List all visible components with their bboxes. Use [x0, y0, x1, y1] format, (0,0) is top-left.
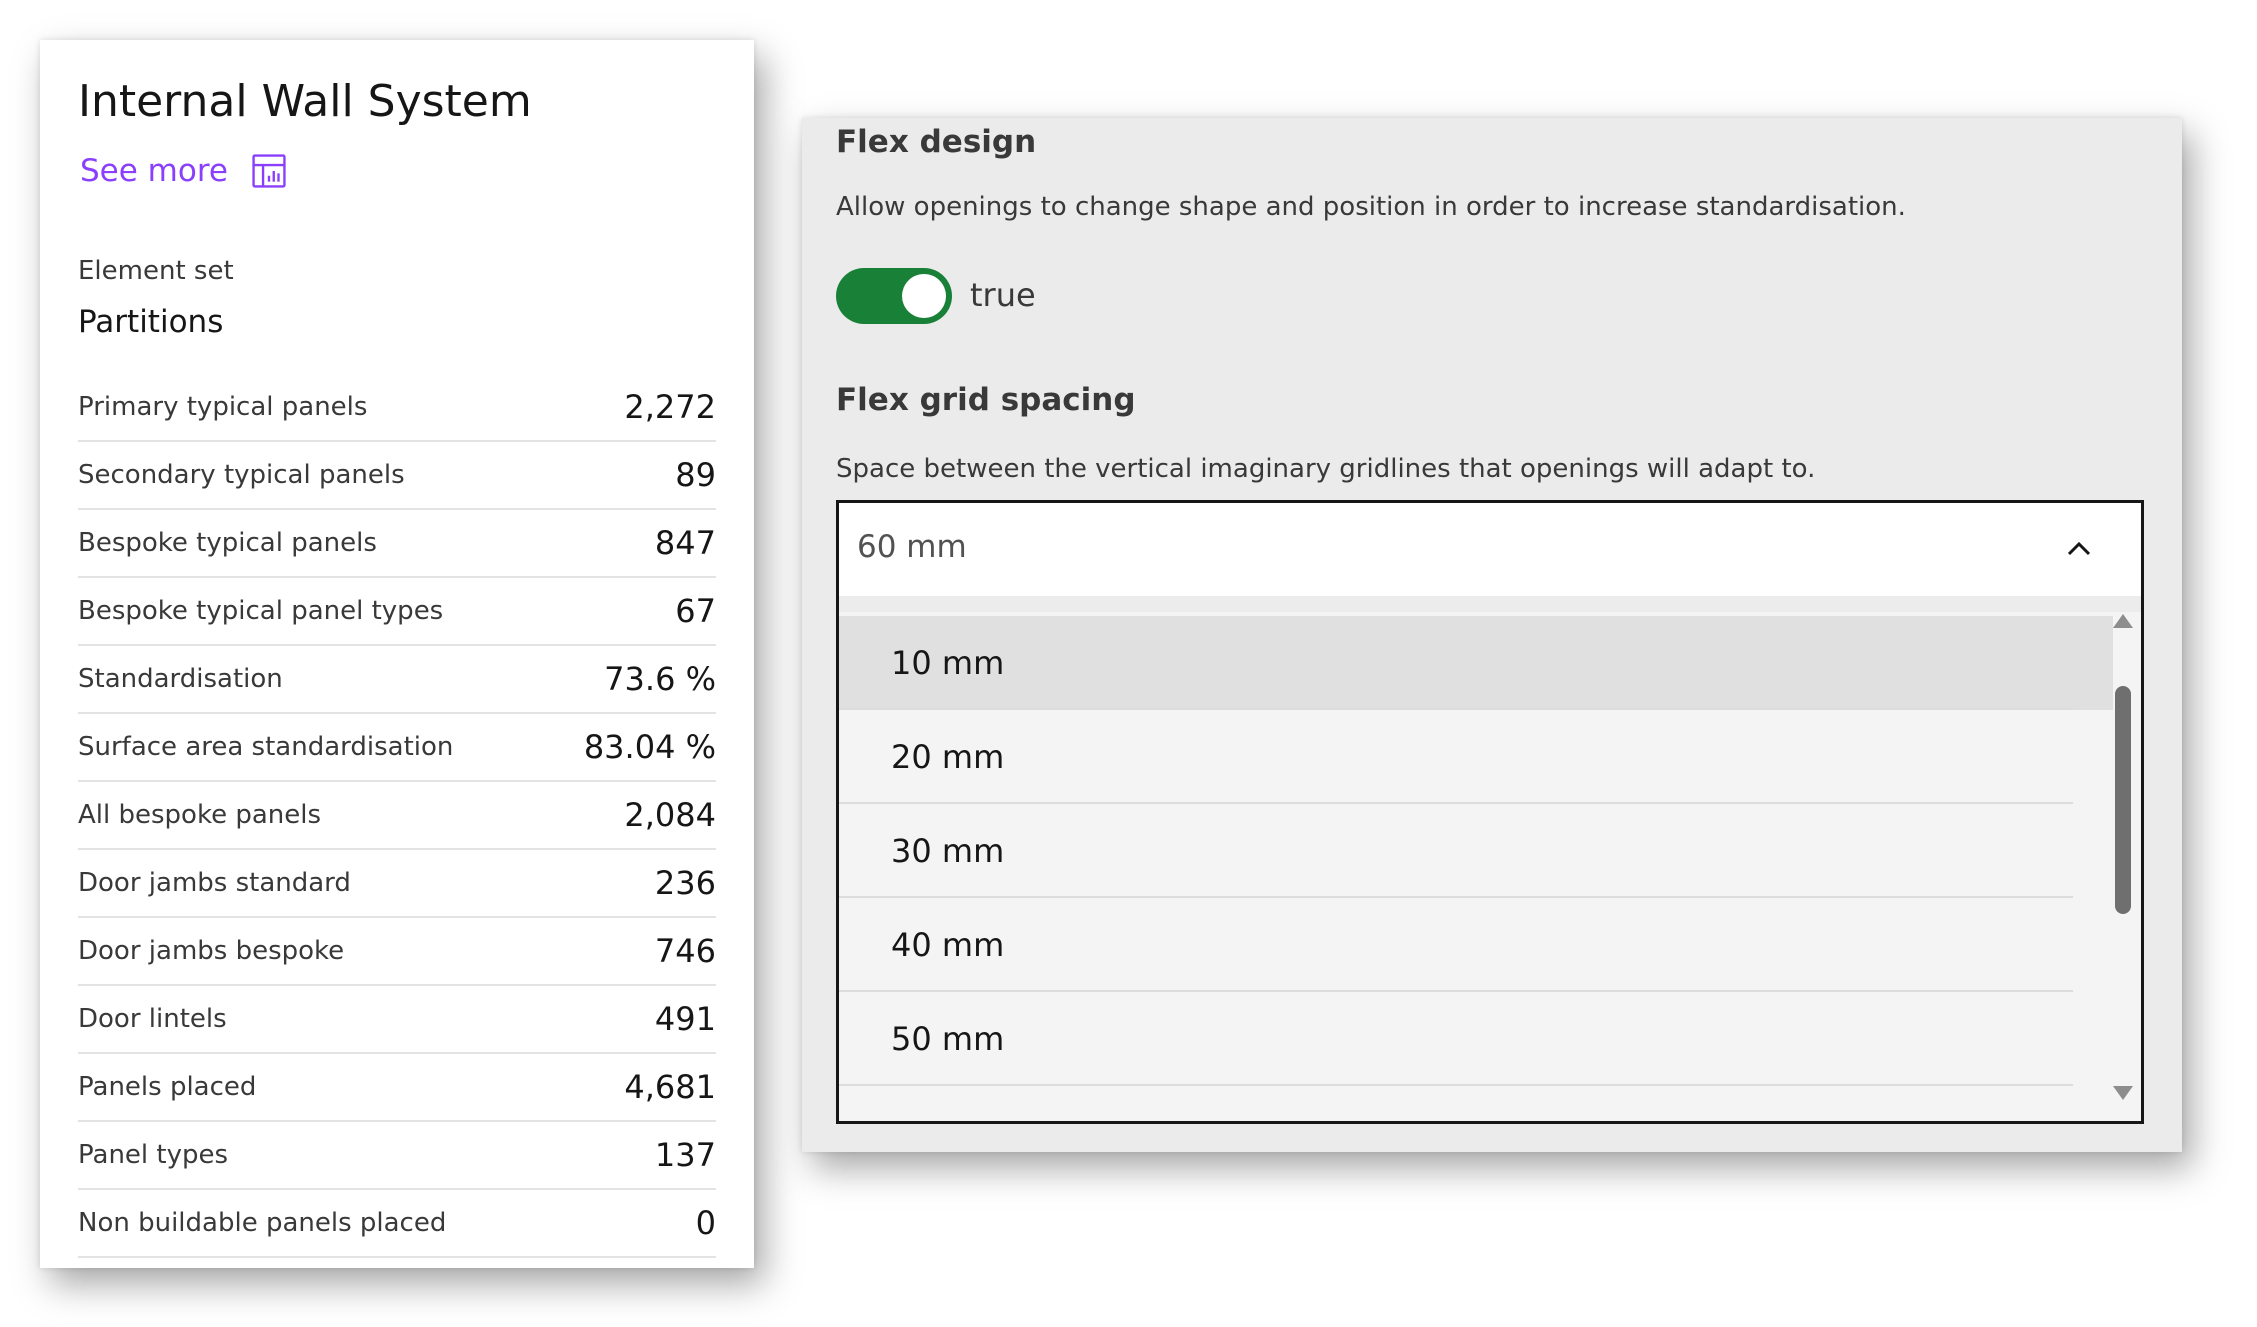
- stat-label: Surface area standardisation: [78, 732, 454, 762]
- stat-value: 137: [654, 1136, 716, 1174]
- stat-label: Door jambs standard: [78, 868, 351, 898]
- stat-label: Bespoke typical panels: [78, 528, 377, 558]
- stat-row: Bespoke typical panel types 67: [78, 578, 716, 646]
- stat-value: 0: [695, 1204, 716, 1242]
- option-divider: [839, 1084, 2073, 1086]
- scroll-down-arrow-icon[interactable]: [2113, 1086, 2133, 1100]
- stat-value: 236: [654, 864, 716, 902]
- stat-row: Secondary typical panels 89: [78, 442, 716, 510]
- stat-row: Non buildable panels placed 0: [78, 1190, 716, 1258]
- stat-row: Standardisation 73.6 %: [78, 646, 716, 714]
- toggle-state-label: true: [970, 276, 1036, 314]
- stat-value: 83.04 %: [583, 728, 716, 766]
- option-label: 40 mm: [891, 926, 1005, 964]
- stat-value: 4,681: [624, 1068, 716, 1106]
- scrollbar-thumb[interactable]: [2115, 686, 2131, 914]
- dropdown-option[interactable]: 10 mm: [839, 616, 2113, 710]
- scroll-up-arrow-icon[interactable]: [2113, 614, 2133, 628]
- flex-design-toggle[interactable]: [836, 268, 952, 324]
- listbox-scrollbar[interactable]: [2107, 606, 2137, 1106]
- stat-value: 73.6 %: [604, 660, 716, 698]
- dropdown-option[interactable]: 40 mm: [839, 898, 2113, 992]
- option-label: 30 mm: [891, 832, 1005, 870]
- stat-value: 89: [675, 456, 716, 494]
- stat-row: Panels placed 4,681: [78, 1054, 716, 1122]
- stat-value: 847: [654, 524, 716, 562]
- stat-row: Door lintels 491: [78, 986, 716, 1054]
- stat-label: Standardisation: [78, 664, 283, 694]
- options-listbox: 10 mm 20 mm 30 mm 40 mm 50 mm: [836, 596, 2144, 1124]
- stat-row: Panel types 137: [78, 1122, 716, 1190]
- summary-card: Internal Wall System See more Element se…: [40, 40, 754, 1268]
- stat-value: 67: [675, 592, 716, 630]
- listbox-divider: [839, 596, 2141, 612]
- settings-panel: Flex design Allow openings to change sha…: [802, 118, 2182, 1152]
- flex-grid-title: Flex grid spacing: [836, 382, 1136, 418]
- report-chart-icon: [252, 154, 286, 188]
- stat-label: Primary typical panels: [78, 392, 368, 422]
- stat-value: 746: [654, 932, 716, 970]
- stat-value: 2,084: [624, 796, 716, 834]
- stat-value: 491: [654, 1000, 716, 1038]
- toggle-knob: [902, 274, 946, 318]
- chevron-up-icon[interactable]: [2065, 535, 2093, 563]
- flex-grid-select[interactable]: 60 mm: [836, 500, 2144, 596]
- dropdown-option[interactable]: 20 mm: [839, 710, 2113, 804]
- stat-row: Bespoke typical panels 847: [78, 510, 716, 578]
- stat-row: All bespoke panels 2,084: [78, 782, 716, 850]
- stat-row: Door jambs standard 236: [78, 850, 716, 918]
- stat-label: Bespoke typical panel types: [78, 596, 444, 626]
- stat-label: Panel types: [78, 1140, 229, 1170]
- stat-label: Door lintels: [78, 1004, 227, 1034]
- stat-row: Surface area standardisation 83.04 %: [78, 714, 716, 782]
- flex-grid-description: Space between the vertical imaginary gri…: [836, 454, 1816, 484]
- stat-label: Non buildable panels placed: [78, 1208, 447, 1238]
- element-set-label: Element set: [78, 256, 234, 286]
- option-label: 50 mm: [891, 1020, 1005, 1058]
- select-value: 60 mm: [857, 529, 967, 565]
- see-more-label: See more: [80, 153, 228, 189]
- flex-design-title: Flex design: [836, 124, 1037, 160]
- element-set-value: Partitions: [78, 304, 224, 340]
- stat-label: Panels placed: [78, 1072, 257, 1102]
- option-label: 20 mm: [891, 738, 1005, 776]
- dropdown-option[interactable]: 30 mm: [839, 804, 2113, 898]
- stat-row: Primary typical panels 2,272: [78, 374, 716, 442]
- options-list: 10 mm 20 mm 30 mm 40 mm 50 mm: [839, 616, 2113, 1086]
- stats-list: Primary typical panels 2,272 Secondary typ…: [78, 374, 716, 1258]
- card-title: Internal Wall System: [78, 76, 532, 127]
- stat-row: Door jambs bespoke 746: [78, 918, 716, 986]
- see-more-link[interactable]: See more: [80, 152, 288, 190]
- option-label: 10 mm: [891, 644, 1005, 682]
- dropdown-option[interactable]: 50 mm: [839, 992, 2113, 1086]
- stat-label: Secondary typical panels: [78, 460, 405, 490]
- stat-label: All bespoke panels: [78, 800, 322, 830]
- flex-design-description: Allow openings to change shape and posit…: [836, 192, 1906, 222]
- stat-value: 2,272: [624, 388, 716, 426]
- stat-label: Door jambs bespoke: [78, 936, 345, 966]
